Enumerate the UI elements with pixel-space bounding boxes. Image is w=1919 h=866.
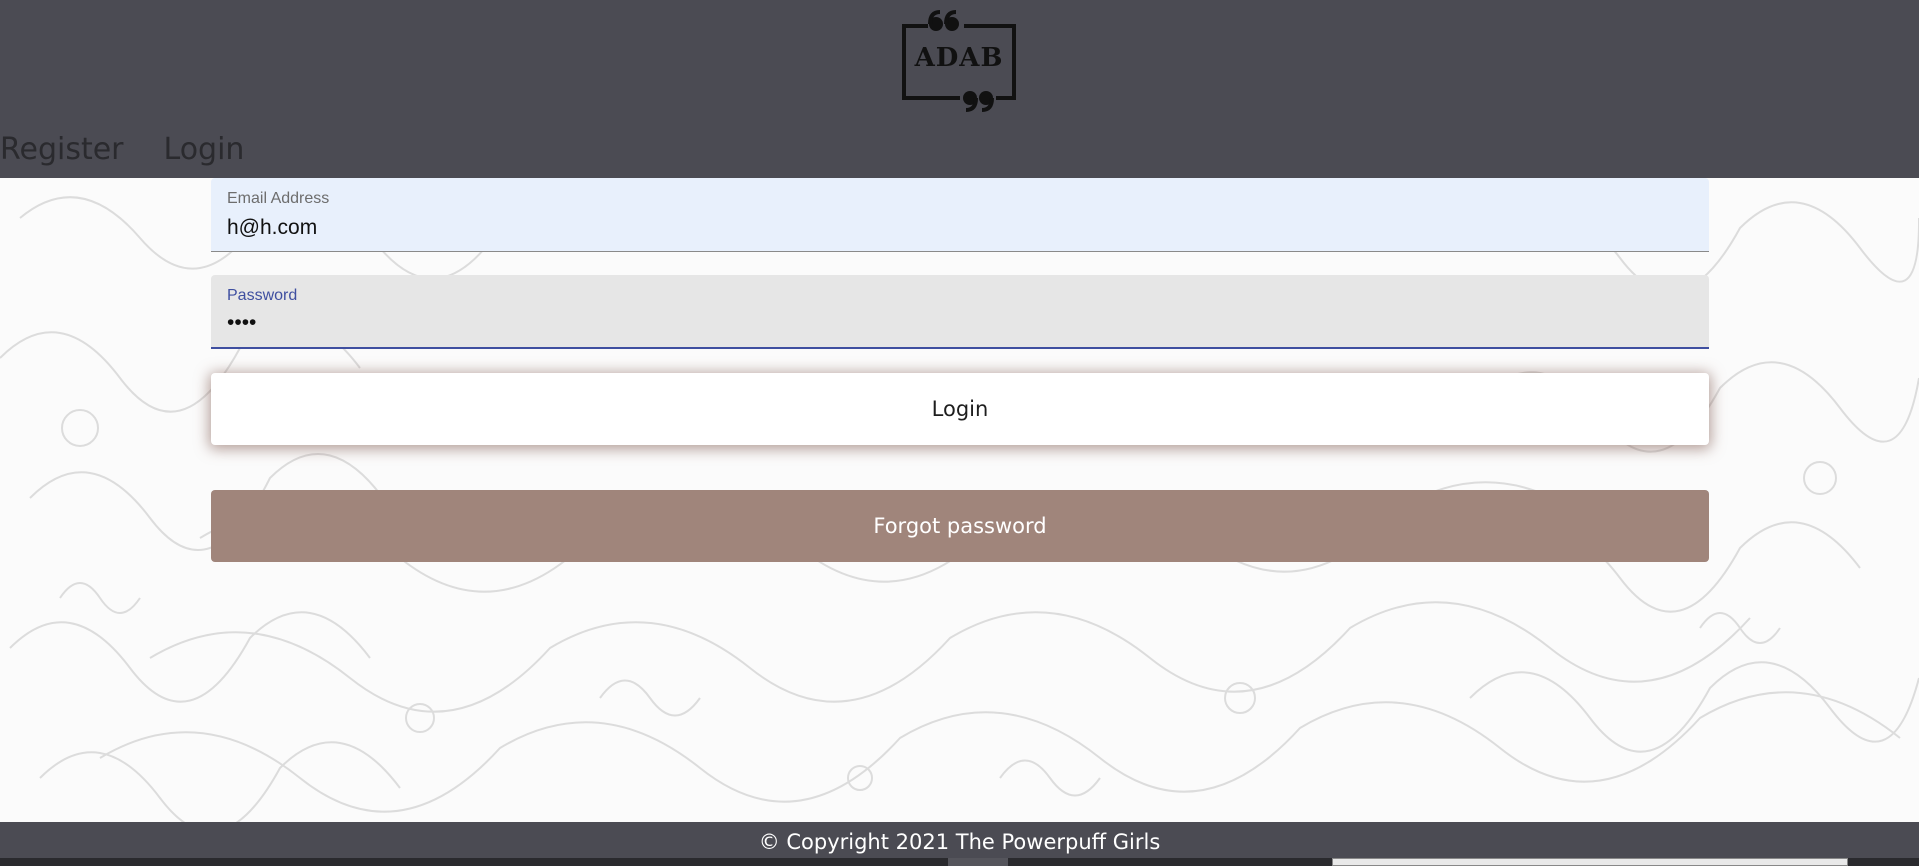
- email-input[interactable]: [227, 214, 1687, 242]
- login-button[interactable]: Login: [211, 373, 1709, 445]
- password-field-label: Password: [227, 287, 298, 304]
- bottom-strip-panel: [1332, 858, 1848, 866]
- email-field[interactable]: Email Address: [211, 178, 1709, 252]
- copyright-text: © Copyright 2021 The Powerpuff Girls: [758, 830, 1161, 854]
- login-section: Email Address Password •••• Login Forgot…: [0, 178, 1919, 822]
- forgot-password-button[interactable]: Forgot password: [211, 490, 1709, 562]
- nav-login-link[interactable]: Login: [164, 126, 245, 174]
- email-field-label: Email Address: [227, 190, 330, 207]
- password-input[interactable]: ••••: [227, 311, 1687, 339]
- site-header: ADAB Register Login: [0, 0, 1919, 178]
- main-nav: Register Login: [0, 126, 284, 174]
- nav-register-link[interactable]: Register: [0, 126, 124, 174]
- bottom-strip-tab: [948, 858, 1008, 866]
- site-logo[interactable]: ADAB: [900, 10, 1018, 114]
- password-field[interactable]: Password ••••: [211, 275, 1709, 349]
- logo-text: ADAB: [914, 43, 1004, 73]
